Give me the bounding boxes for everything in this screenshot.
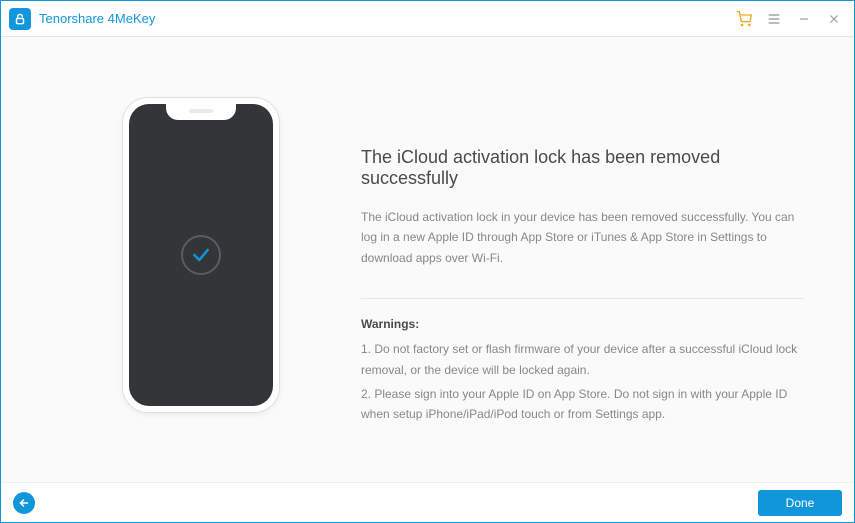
- success-check-icon: [181, 235, 221, 275]
- cart-icon[interactable]: [736, 11, 752, 27]
- menu-icon[interactable]: [766, 11, 782, 27]
- device-illustration-column: [41, 97, 361, 462]
- warning-1: 1. Do not factory set or flash firmware …: [361, 339, 804, 380]
- text-column: The iCloud activation lock has been remo…: [361, 97, 814, 462]
- titlebar: Tenorshare 4MeKey: [1, 1, 854, 37]
- title-actions: [736, 11, 842, 27]
- phone-screen: [129, 104, 273, 406]
- app-logo: [9, 8, 31, 30]
- phone-frame: [122, 97, 280, 413]
- footer: Done: [1, 482, 854, 522]
- main-content: The iCloud activation lock has been remo…: [1, 37, 854, 482]
- warnings-title: Warnings:: [361, 317, 804, 331]
- phone-notch: [166, 104, 236, 120]
- divider: [361, 298, 804, 299]
- app-title: Tenorshare 4MeKey: [39, 11, 155, 26]
- success-heading: The iCloud activation lock has been remo…: [361, 147, 804, 189]
- close-icon[interactable]: [826, 11, 842, 27]
- back-button[interactable]: [13, 492, 35, 514]
- warning-2: 2. Please sign into your Apple ID on App…: [361, 384, 804, 425]
- success-description: The iCloud activation lock in your devic…: [361, 207, 804, 268]
- done-button[interactable]: Done: [758, 490, 842, 516]
- minimize-icon[interactable]: [796, 11, 812, 27]
